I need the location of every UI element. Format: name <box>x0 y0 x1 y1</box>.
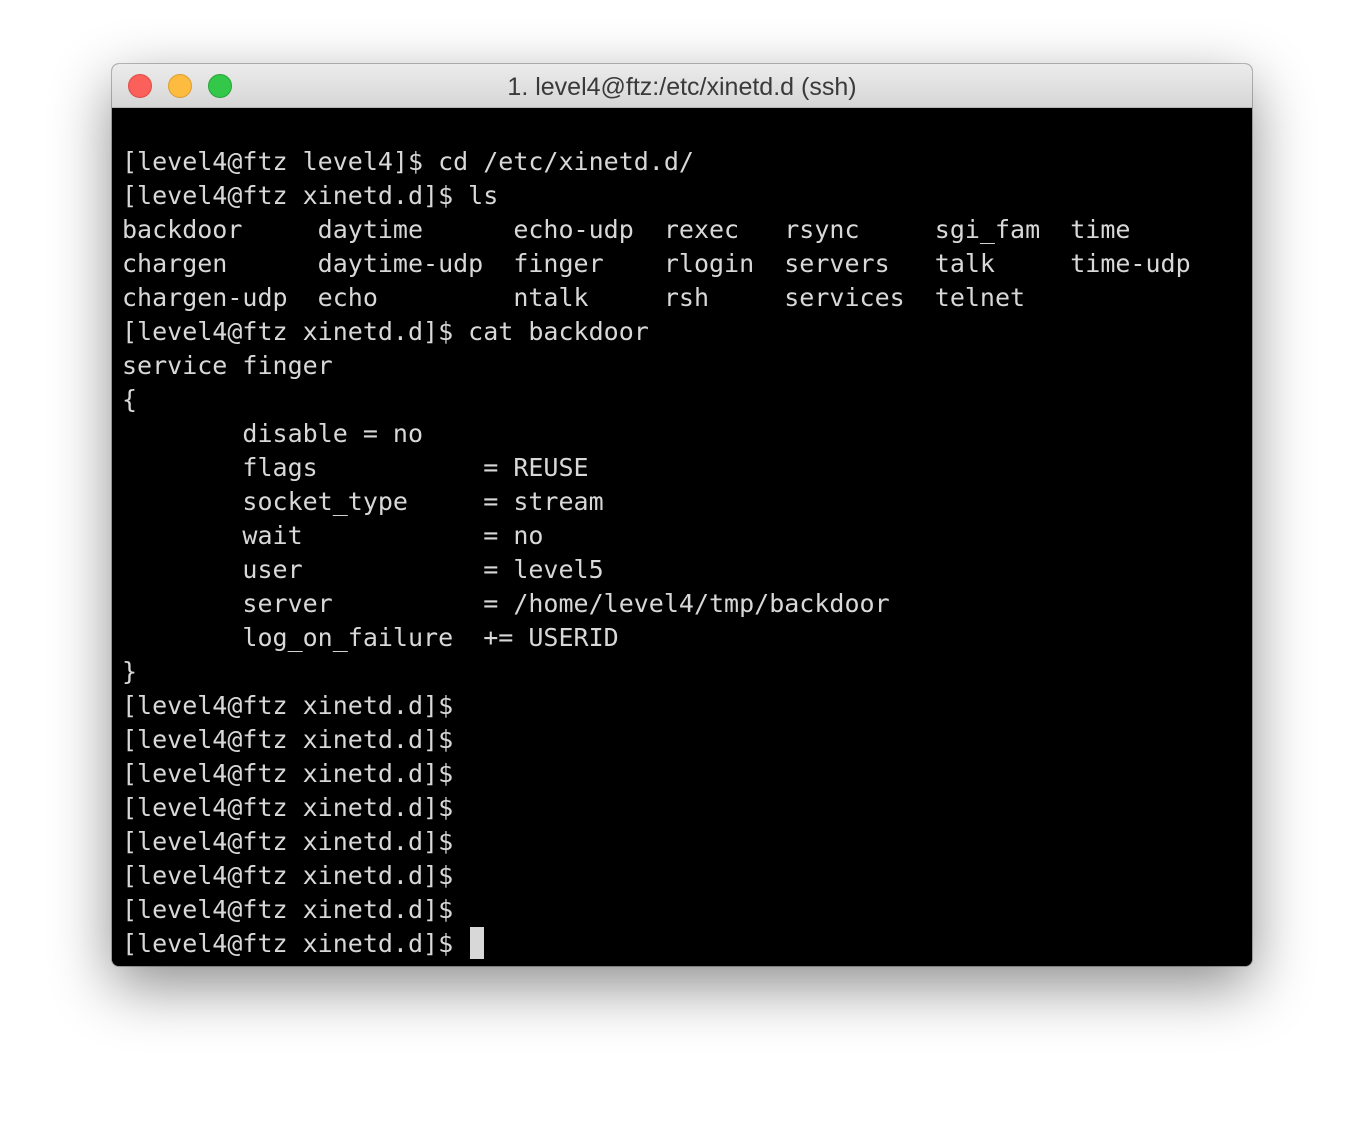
terminal-line: [level4@ftz xinetd.d]$ <box>122 793 454 822</box>
terminal-line: { <box>122 385 138 414</box>
terminal-line: service finger <box>122 351 333 380</box>
terminal-line: [level4@ftz xinetd.d]$ <box>122 725 454 754</box>
terminal-line: socket_type = stream <box>122 487 604 516</box>
terminal-line: chargen-udp echo ntalk rsh services teln… <box>122 283 1026 312</box>
terminal-line: user = level5 <box>122 555 604 584</box>
terminal-window: 1. level4@ftz:/etc/xinetd.d (ssh) [level… <box>112 64 1252 966</box>
terminal-line: [level4@ftz xinetd.d]$ cat backdoor <box>122 317 649 346</box>
terminal-line: disable = no <box>122 419 424 448</box>
terminal-screen[interactable]: [level4@ftz level4]$ cd /etc/xinetd.d/ [… <box>112 108 1252 966</box>
terminal-line: [level4@ftz level4]$ cd /etc/xinetd.d/ <box>122 147 694 176</box>
terminal-line: wait = no <box>122 521 544 550</box>
terminal-line: [level4@ftz xinetd.d]$ <box>122 895 454 924</box>
terminal-line: } <box>122 657 138 686</box>
text-cursor <box>470 927 485 959</box>
terminal-line: backdoor daytime echo-udp rexec rsync sg… <box>122 215 1131 244</box>
terminal-line: [level4@ftz xinetd.d]$ ls <box>122 181 499 210</box>
terminal-line: [level4@ftz xinetd.d]$ <box>122 861 454 890</box>
terminal-line: [level4@ftz xinetd.d]$ <box>122 827 454 856</box>
terminal-line: [level4@ftz xinetd.d]$ <box>122 759 454 788</box>
terminal-line: chargen daytime-udp finger rlogin server… <box>122 249 1191 278</box>
title-bar[interactable]: 1. level4@ftz:/etc/xinetd.d (ssh) <box>112 64 1252 108</box>
terminal-line: [level4@ftz xinetd.d]$ <box>122 691 454 720</box>
terminal-prompt-line[interactable]: [level4@ftz xinetd.d]$ <box>122 927 1252 961</box>
terminal-line: log_on_failure += USERID <box>122 623 619 652</box>
terminal-line: server = /home/level4/tmp/backdoor <box>122 589 890 618</box>
terminal-line: flags = REUSE <box>122 453 589 482</box>
window-title: 1. level4@ftz:/etc/xinetd.d (ssh) <box>507 73 857 101</box>
terminal-prompt: [level4@ftz xinetd.d]$ <box>122 929 469 958</box>
